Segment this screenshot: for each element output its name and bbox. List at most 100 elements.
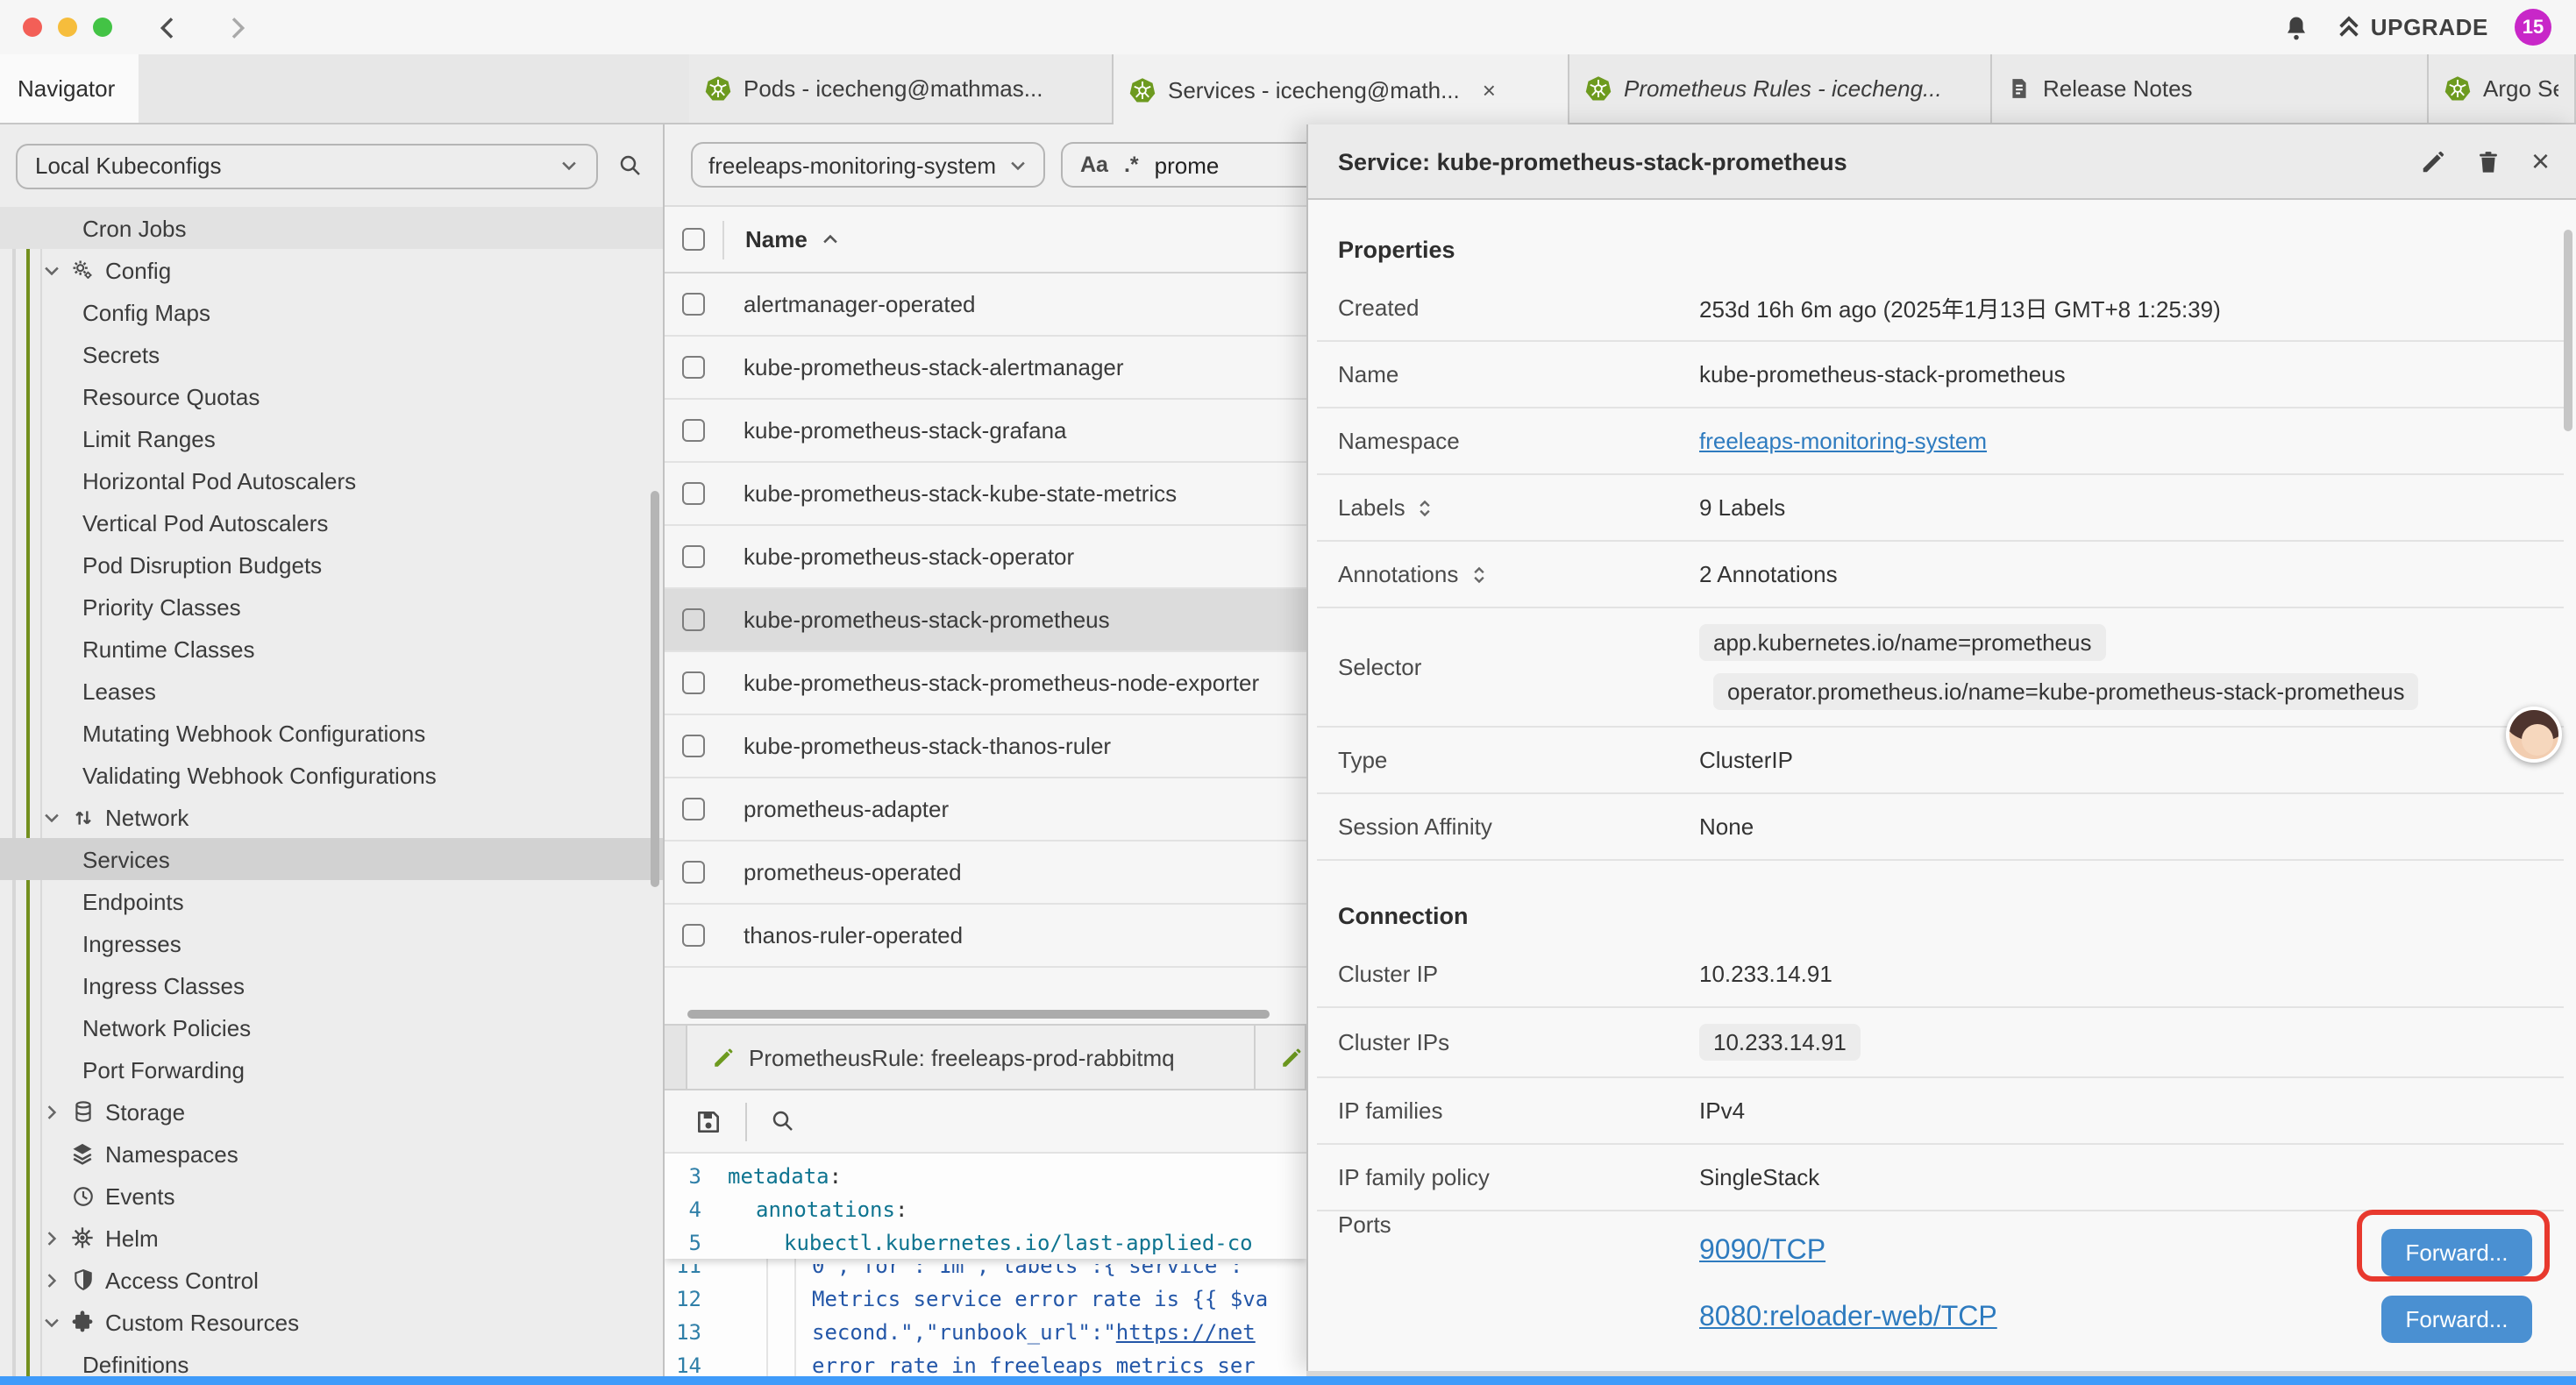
sidebar-search-icon[interactable] bbox=[617, 153, 644, 179]
table-row[interactable]: kube-prometheus-stack-alertmanager bbox=[665, 337, 1306, 400]
expand-collapse-icon[interactable] bbox=[1469, 564, 1488, 585]
caret-right-icon[interactable] bbox=[39, 1102, 63, 1121]
sidebar-item-custom-resources[interactable]: Custom Resources bbox=[0, 1301, 663, 1343]
namespace-selector[interactable]: freeleaps-monitoring-system bbox=[691, 142, 1045, 188]
sidebar-item-helm[interactable]: Helm bbox=[0, 1217, 663, 1259]
notification-badge[interactable]: 15 bbox=[2515, 9, 2551, 46]
row-checkbox[interactable] bbox=[682, 482, 705, 505]
kubernetes-icon bbox=[1129, 76, 1156, 103]
user-avatar[interactable] bbox=[2506, 707, 2562, 763]
editor-search-icon[interactable] bbox=[770, 1108, 796, 1134]
row-checkbox[interactable] bbox=[682, 419, 705, 442]
save-icon[interactable] bbox=[694, 1107, 722, 1135]
tab-services-icecheng-math[interactable]: Services - icecheng@math...× bbox=[1114, 54, 1569, 124]
table-row[interactable]: alertmanager-operated bbox=[665, 273, 1306, 337]
expand-collapse-icon[interactable] bbox=[1416, 497, 1435, 518]
sidebar-item-secrets[interactable]: Secrets bbox=[0, 333, 663, 375]
row-checkbox[interactable] bbox=[682, 924, 705, 947]
table-row[interactable]: thanos-ruler-operated bbox=[665, 905, 1306, 968]
regex-toggle[interactable]: .* bbox=[1124, 153, 1139, 177]
row-checkbox[interactable] bbox=[682, 861, 705, 884]
name-column-header[interactable]: Name bbox=[745, 226, 808, 252]
caret-down-icon[interactable] bbox=[39, 807, 63, 827]
editor-tab-prometheusrule[interactable]: PrometheusRule: freeleaps-prod-rabbitmq bbox=[686, 1026, 1256, 1089]
sidebar-item-resource-quotas[interactable]: Resource Quotas bbox=[0, 375, 663, 417]
table-row[interactable]: kube-prometheus-stack-kube-state-metrics bbox=[665, 463, 1306, 526]
close-icon[interactable]: × bbox=[2531, 146, 2550, 177]
tab-argo-se[interactable]: Argo Se bbox=[2429, 54, 2576, 123]
row-checkbox[interactable] bbox=[682, 735, 705, 757]
sidebar-item-limit-ranges[interactable]: Limit Ranges bbox=[0, 417, 663, 459]
caret-down-icon[interactable] bbox=[39, 1312, 63, 1332]
sort-ascending-icon[interactable] bbox=[822, 230, 841, 249]
row-checkbox[interactable] bbox=[682, 293, 705, 316]
sidebar-item-priority-classes[interactable]: Priority Classes bbox=[0, 586, 663, 628]
horizontal-scrollbar[interactable] bbox=[687, 1010, 1270, 1019]
sidebar-item-events[interactable]: Events bbox=[0, 1175, 663, 1217]
table-row[interactable]: kube-prometheus-stack-grafana bbox=[665, 400, 1306, 463]
caret-right-icon[interactable] bbox=[39, 1228, 63, 1247]
bell-icon[interactable] bbox=[2283, 13, 2309, 41]
sidebar-item-definitions[interactable]: Definitions bbox=[0, 1343, 663, 1376]
close-window-button[interactable] bbox=[23, 18, 42, 37]
sidebar-item-horizontal-pod-autoscalers[interactable]: Horizontal Pod Autoscalers bbox=[0, 459, 663, 501]
sidebar-item-cron-jobs[interactable]: Cron Jobs bbox=[0, 207, 663, 249]
row-checkbox[interactable] bbox=[682, 608, 705, 631]
sidebar-item-leases[interactable]: Leases bbox=[0, 670, 663, 712]
drawer-scrollbar[interactable] bbox=[2564, 230, 2572, 431]
sidebar-item-endpoints[interactable]: Endpoints bbox=[0, 880, 663, 922]
table-row[interactable]: kube-prometheus-stack-prometheus-node-ex… bbox=[665, 652, 1306, 715]
minimize-window-button[interactable] bbox=[58, 18, 77, 37]
navigator-panel-tab[interactable]: Navigator bbox=[0, 54, 139, 123]
sidebar-item-pod-disruption-budgets[interactable]: Pod Disruption Budgets bbox=[0, 543, 663, 586]
back-arrow-icon[interactable] bbox=[154, 13, 182, 41]
caret-right-icon[interactable] bbox=[39, 1270, 63, 1289]
upgrade-button[interactable]: UPGRADE bbox=[2336, 14, 2488, 40]
trash-icon[interactable] bbox=[2477, 148, 2501, 174]
tab-prometheus-rules-icecheng[interactable]: Prometheus Rules - icecheng... bbox=[1569, 54, 1992, 123]
sidebar-item-ingresses[interactable]: Ingresses bbox=[0, 922, 663, 964]
table-row[interactable]: kube-prometheus-stack-prometheus bbox=[665, 589, 1306, 652]
tab-close-icon[interactable]: × bbox=[1483, 76, 1496, 103]
forward-button[interactable]: Forward... bbox=[2381, 1295, 2532, 1342]
sidebar-item-mutating-webhook-configurations[interactable]: Mutating Webhook Configurations bbox=[0, 712, 663, 754]
line-number: 12 bbox=[665, 1286, 721, 1310]
match-case-toggle[interactable]: Aa bbox=[1080, 153, 1108, 177]
port-link[interactable]: 8080:reloader-web/TCP bbox=[1699, 1303, 1997, 1334]
row-checkbox[interactable] bbox=[682, 356, 705, 379]
yaml-editor[interactable]: 3metadata:4annotations:5kubectl.kubernet… bbox=[665, 1152, 1306, 1376]
select-all-checkbox[interactable] bbox=[682, 228, 705, 251]
sidebar-item-storage[interactable]: Storage bbox=[0, 1090, 663, 1133]
sidebar-item-runtime-classes[interactable]: Runtime Classes bbox=[0, 628, 663, 670]
sidebar-item-namespaces[interactable]: Namespaces bbox=[0, 1133, 663, 1175]
sidebar-item-network[interactable]: Network bbox=[0, 796, 663, 838]
kubeconfig-selector[interactable]: Local Kubeconfigs bbox=[16, 143, 598, 188]
sidebar-scrollbar[interactable] bbox=[651, 491, 659, 887]
sidebar-item-network-policies[interactable]: Network Policies bbox=[0, 1006, 663, 1048]
zoom-window-button[interactable] bbox=[93, 18, 112, 37]
port-link[interactable]: 9090/TCP bbox=[1699, 1236, 1825, 1268]
caret-down-icon[interactable] bbox=[39, 260, 63, 280]
sidebar-item-config-maps[interactable]: Config Maps bbox=[0, 291, 663, 333]
sidebar-item-services[interactable]: Services bbox=[0, 838, 663, 880]
forward-arrow-icon[interactable] bbox=[223, 13, 251, 41]
table-row[interactable]: prometheus-adapter bbox=[665, 778, 1306, 842]
table-row[interactable]: kube-prometheus-stack-thanos-ruler bbox=[665, 715, 1306, 778]
sidebar-item-port-forwarding[interactable]: Port Forwarding bbox=[0, 1048, 663, 1090]
sidebar-item-vertical-pod-autoscalers[interactable]: Vertical Pod Autoscalers bbox=[0, 501, 663, 543]
editor-tab-hidden[interactable] bbox=[1256, 1026, 1306, 1089]
row-checkbox[interactable] bbox=[682, 671, 705, 694]
row-checkbox[interactable] bbox=[682, 545, 705, 568]
sidebar-item-access-control[interactable]: Access Control bbox=[0, 1259, 663, 1301]
filter-search-input[interactable]: Aa .* prome bbox=[1061, 142, 1306, 188]
namespace-link[interactable]: freeleaps-monitoring-system bbox=[1699, 428, 1987, 454]
sidebar-item-config[interactable]: Config bbox=[0, 249, 663, 291]
tab-pods-icecheng-mathmas[interactable]: Pods - icecheng@mathmas... bbox=[689, 54, 1114, 123]
table-row[interactable]: prometheus-operated bbox=[665, 842, 1306, 905]
row-checkbox[interactable] bbox=[682, 798, 705, 820]
sidebar-item-validating-webhook-configurations[interactable]: Validating Webhook Configurations bbox=[0, 754, 663, 796]
table-row[interactable]: kube-prometheus-stack-operator bbox=[665, 526, 1306, 589]
sidebar-item-ingress-classes[interactable]: Ingress Classes bbox=[0, 964, 663, 1006]
tab-release-notes[interactable]: Release Notes bbox=[1992, 54, 2429, 123]
edit-pencil-icon[interactable] bbox=[2421, 148, 2447, 174]
